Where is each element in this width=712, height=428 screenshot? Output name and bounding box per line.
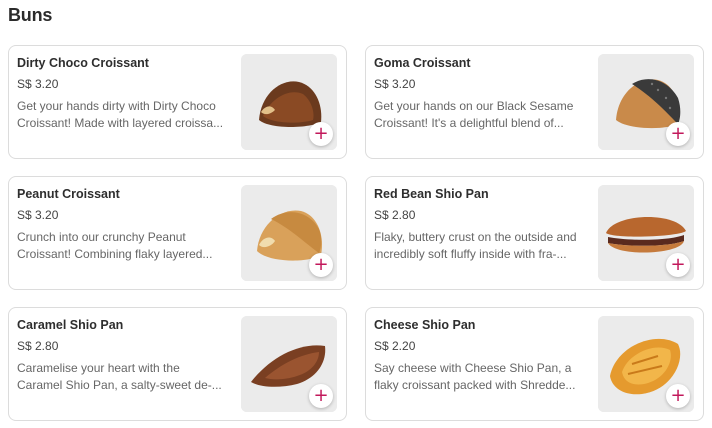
menu-item-card[interactable]: Cheese Shio Pan S$ 2.20 Say cheese with … (365, 307, 704, 421)
item-description-line: Say cheese with Cheese Shio Pan, a (374, 361, 572, 375)
add-to-cart-button[interactable]: + (666, 253, 690, 277)
menu-item-card[interactable]: Peanut Croissant S$ 3.20 Crunch into our… (8, 176, 347, 290)
item-description: Flaky, buttery crust on the outside and … (374, 229, 592, 263)
item-price: S$ 3.20 (374, 77, 416, 91)
item-name: Goma Croissant (374, 56, 471, 70)
item-price: S$ 2.20 (374, 339, 416, 353)
item-description: Caramelise your heart with the Caramel S… (17, 360, 235, 394)
item-info: Peanut Croissant S$ 3.20 Crunch into our… (17, 187, 235, 263)
item-image: + (598, 316, 694, 412)
item-description: Get your hands dirty with Dirty Choco Cr… (17, 98, 235, 132)
item-name: Caramel Shio Pan (17, 318, 124, 332)
menu-item-card[interactable]: Red Bean Shio Pan S$ 2.80 Flaky, buttery… (365, 176, 704, 290)
add-to-cart-button[interactable]: + (666, 384, 690, 408)
item-name: Peanut Croissant (17, 187, 120, 201)
item-image: + (241, 316, 337, 412)
item-name: Red Bean Shio Pan (374, 187, 489, 201)
item-price: S$ 3.20 (17, 77, 59, 91)
item-info: Red Bean Shio Pan S$ 2.80 Flaky, buttery… (374, 187, 592, 263)
item-name: Dirty Choco Croissant (17, 56, 149, 70)
item-price: S$ 2.80 (17, 339, 59, 353)
item-name: Cheese Shio Pan (374, 318, 476, 332)
item-description-line: Get your hands dirty with Dirty Choco (17, 99, 216, 113)
section-title: Buns (8, 5, 53, 25)
item-description-line: Flaky, buttery crust on the outside and (374, 230, 577, 244)
plus-icon: + (313, 254, 329, 275)
menu-item-card[interactable]: Dirty Choco Croissant S$ 3.20 Get your h… (8, 45, 347, 159)
item-description-line: Croissant! Combining flaky layered... (17, 247, 213, 261)
plus-icon: + (670, 254, 686, 275)
plus-icon: + (313, 123, 329, 144)
item-description-line: Caramelise your heart with the (17, 361, 180, 375)
item-info: Dirty Choco Croissant S$ 3.20 Get your h… (17, 56, 235, 132)
menu-item-card[interactable]: Caramel Shio Pan S$ 2.80 Caramelise your… (8, 307, 347, 421)
item-description-line: flaky croissant packed with Shredde... (374, 378, 576, 392)
item-price: S$ 3.20 (17, 208, 59, 222)
item-description-line: Croissant! It's a delightful blend of... (374, 116, 564, 130)
item-description: Say cheese with Cheese Shio Pan, a flaky… (374, 360, 592, 394)
item-description: Get your hands on our Black Sesame Crois… (374, 98, 592, 132)
plus-icon: + (670, 385, 686, 406)
add-to-cart-button[interactable]: + (666, 122, 690, 146)
plus-icon: + (313, 385, 329, 406)
plus-icon: + (670, 123, 686, 144)
item-description-line: Croissant! Made with layered croissa... (17, 116, 224, 130)
item-info: Goma Croissant S$ 3.20 Get your hands on… (374, 56, 592, 132)
item-image: + (241, 185, 337, 281)
item-image: + (598, 185, 694, 281)
item-info: Caramel Shio Pan S$ 2.80 Caramelise your… (17, 318, 235, 394)
item-image: + (598, 54, 694, 150)
item-description-line: Get your hands on our Black Sesame (374, 99, 574, 113)
add-to-cart-button[interactable]: + (309, 122, 333, 146)
item-description: Crunch into our crunchy Peanut Croissant… (17, 229, 235, 263)
item-description-line: incredibly soft fluffy inside with fra-.… (374, 247, 567, 261)
menu-item-grid: Dirty Choco Croissant S$ 3.20 Get your h… (8, 45, 704, 421)
item-price: S$ 2.80 (374, 208, 416, 222)
item-image: + (241, 54, 337, 150)
item-description-line: Caramel Shio Pan, a salty-sweet de-... (17, 378, 222, 392)
add-to-cart-button[interactable]: + (309, 384, 333, 408)
add-to-cart-button[interactable]: + (309, 253, 333, 277)
menu-item-card[interactable]: Goma Croissant S$ 3.20 Get your hands on… (365, 45, 704, 159)
item-description-line: Crunch into our crunchy Peanut (17, 230, 186, 244)
item-info: Cheese Shio Pan S$ 2.20 Say cheese with … (374, 318, 592, 394)
